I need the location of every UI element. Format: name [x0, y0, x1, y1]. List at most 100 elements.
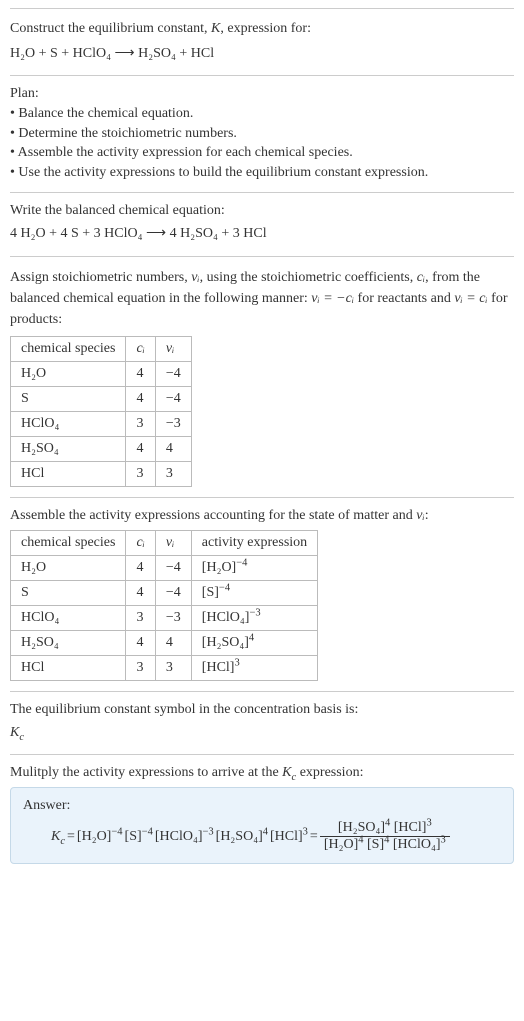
ans-fraction: [H₂SO₄]4 [HCl]3 [H₂O]4 [S]4 [HClO₄]3 [320, 820, 450, 853]
stoich-head-a: Assign stoichiometric numbers, [10, 270, 191, 285]
t-e: 4 [263, 826, 268, 837]
den-term: [HClO₄]3 [393, 837, 446, 852]
cell-sp: H₂SO₄ [11, 436, 126, 461]
ans-eq2: = [310, 829, 318, 845]
mult-head-a: Mulitply the activity expressions to arr… [10, 765, 282, 780]
mult-head: Mulitply the activity expressions to arr… [10, 765, 514, 781]
d-e: 3 [441, 834, 446, 845]
cell-v: 3 [155, 655, 191, 680]
cell-a: [HClO₄]−3 [191, 605, 317, 630]
num-term: [HCl]3 [394, 820, 432, 835]
stoich-ci: cᵢ [417, 270, 425, 285]
cell-c: 4 [126, 386, 155, 411]
cell-sp: S [11, 580, 126, 605]
table-row: chemical species cᵢ νᵢ [11, 336, 192, 361]
stoich-head-d: for reactants and [354, 291, 454, 306]
t-b: [HClO₄] [155, 829, 203, 844]
cell-v: −3 [155, 411, 191, 436]
col-ci: cᵢ [126, 336, 155, 361]
t-e: −4 [111, 826, 122, 837]
ksym-value: Kc [10, 722, 514, 744]
plan-head: Plan: [10, 86, 514, 102]
plan-item: • Determine the stoichiometric numbers. [10, 124, 514, 144]
cell-sp: H₂O [11, 555, 126, 580]
cell-sp: H₂O [11, 361, 126, 386]
col-activity: activity expression [191, 530, 317, 555]
table-row: H₂SO₄44[H₂SO₄]4 [11, 630, 318, 655]
activity-head-a: Assemble the activity expressions accoun… [10, 508, 416, 523]
activity-head-b: : [425, 508, 429, 523]
cell-v: 3 [155, 461, 191, 486]
a-base: [H₂O] [202, 560, 236, 575]
t-e: 3 [303, 826, 308, 837]
table-row: HCl33 [11, 461, 192, 486]
ans-eq: = [67, 829, 75, 845]
cell-c: 4 [126, 580, 155, 605]
ans-term: [HClO₄]−3 [155, 829, 214, 845]
cell-v: −4 [155, 361, 191, 386]
table-row: chemical species cᵢ νᵢ activity expressi… [11, 530, 318, 555]
balanced-section: Write the balanced chemical equation: 4 … [10, 192, 514, 255]
cell-a: [H₂O]−4 [191, 555, 317, 580]
activity-table: chemical species cᵢ νᵢ activity expressi… [10, 530, 318, 681]
table-row: S4 −4[S]−4 [11, 580, 318, 605]
stoich-head-b: , using the stoichiometric coefficients, [200, 270, 417, 285]
cell-c: 3 [126, 605, 155, 630]
t-e: −4 [142, 826, 153, 837]
d-b: [S] [367, 837, 384, 852]
ans-term: [HCl]3 [270, 829, 308, 845]
mult-section: Mulitply the activity expressions to arr… [10, 754, 514, 874]
t-e: −3 [202, 826, 213, 837]
stoich-table: chemical species cᵢ νᵢ H₂O4−4 S4−4 HClO₄… [10, 336, 192, 487]
cell-a: [S]−4 [191, 580, 317, 605]
ans-lhs-sub: c [60, 835, 65, 846]
cell-c: 4 [126, 630, 155, 655]
col-species: chemical species [11, 530, 126, 555]
n-b: [H₂SO₄] [338, 820, 385, 835]
t-b: [H₂SO₄] [216, 829, 263, 844]
table-row: HCl33[HCl]3 [11, 655, 318, 680]
cell-c: 4 [126, 436, 155, 461]
cell-v: −3 [155, 605, 191, 630]
t-b: [HCl] [270, 829, 303, 844]
cell-c: 4 [126, 361, 155, 386]
plan-section: Plan: • Balance the chemical equation. •… [10, 75, 514, 192]
cell-a: [H₂SO₄]4 [191, 630, 317, 655]
answer-expr: Kc = [H₂O]−4 [S]−4 [HClO₄]−3 [H₂SO₄]4 [H… [23, 820, 501, 853]
den-term: [H₂O]4 [324, 837, 364, 852]
table-row: S4−4 [11, 386, 192, 411]
cell-sp: S [11, 386, 126, 411]
den-term: [S]4 [367, 837, 389, 852]
cell-sp: HCl [11, 461, 126, 486]
a-exp: −3 [249, 607, 260, 618]
col-nu: νᵢ [155, 336, 191, 361]
mult-kc-base: K [282, 765, 291, 780]
cell-sp: HClO₄ [11, 411, 126, 436]
balanced-eqn: 4 H₂O + 4 S + 3 HClO₄ ⟶ 4 H₂SO₄ + 3 HCl [10, 223, 514, 245]
cell-c: 4 [126, 555, 155, 580]
cell-c: 3 [126, 655, 155, 680]
ans-lhs: Kc [51, 829, 65, 845]
a-base: [S] [202, 585, 219, 600]
ans-term: [H₂SO₄]4 [216, 829, 268, 845]
stoich-section: Assign stoichiometric numbers, νᵢ, using… [10, 256, 514, 497]
a-base: [HCl] [202, 660, 235, 675]
ans-term: [H₂O]−4 [77, 829, 123, 845]
col-species: chemical species [11, 336, 126, 361]
plan-item: • Balance the chemical equation. [10, 104, 514, 124]
table-row: HClO₄3−3 [11, 411, 192, 436]
table-row: H₂O4−4 [11, 361, 192, 386]
answer-box: Answer: Kc = [H₂O]−4 [S]−4 [HClO₄]−3 [H₂… [10, 787, 514, 864]
intro-line1: Construct the equilibrium constant, K, e… [10, 19, 514, 39]
col-nu: νᵢ [155, 530, 191, 555]
cell-sp: HCl [11, 655, 126, 680]
stoich-nu: νᵢ [191, 270, 199, 285]
t-b: [S] [125, 829, 142, 844]
plan-item: • Assemble the activity expression for e… [10, 143, 514, 163]
a-exp: −4 [219, 582, 230, 593]
activity-section: Assemble the activity expressions accoun… [10, 497, 514, 691]
n-e: 4 [385, 817, 390, 828]
balanced-head: Write the balanced chemical equation: [10, 203, 514, 219]
intro-section: Construct the equilibrium constant, K, e… [10, 8, 514, 75]
d-e: 4 [384, 834, 389, 845]
